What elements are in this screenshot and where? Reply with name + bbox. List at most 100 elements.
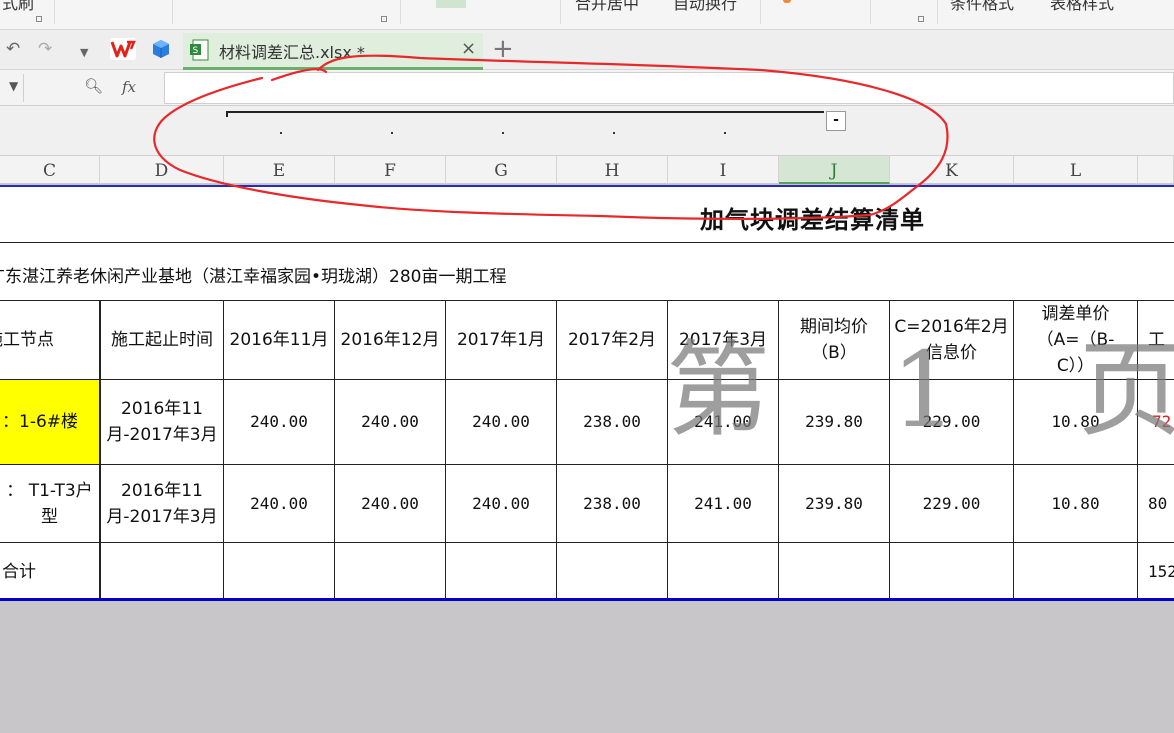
subtitle-row: 广东湛江养老休闲产业基地（湛江幸福家园•玥珑湖）280亩一期工程 [0, 244, 1174, 301]
total-2017-02[interactable] [557, 543, 668, 601]
row1-period[interactable]: 2016年11月-2017年3月 [100, 380, 224, 465]
total-info-price[interactable] [890, 543, 1014, 601]
total-period[interactable] [100, 543, 224, 601]
column-outline-bar: - [0, 106, 1174, 156]
header-2017-02[interactable]: 2017年2月 [557, 301, 668, 380]
sheet-print-boundary [0, 598, 1174, 601]
format-painter-button[interactable]: 式刷 [2, 0, 34, 14]
column-header-e[interactable]: E [224, 156, 335, 184]
outline-dot [613, 132, 615, 134]
ribbon-selected-chip [436, 0, 466, 8]
row2-2017-02[interactable]: 238.00 [557, 465, 668, 543]
number-format-icon[interactable] [783, 0, 791, 3]
header-quantity[interactable]: 工 [1138, 301, 1174, 380]
ribbon-divider [937, 0, 938, 24]
outline-collapse-button[interactable]: - [826, 111, 846, 131]
column-header-m[interactable] [1138, 156, 1174, 184]
column-header-h[interactable]: H [557, 156, 668, 184]
row2-period[interactable]: 2016年11月-2017年3月 [100, 465, 224, 543]
header-2016-12[interactable]: 2016年12月 [335, 301, 446, 380]
row1-2016-11[interactable]: 240.00 [224, 380, 335, 465]
outline-dot [280, 132, 282, 134]
column-header-c[interactable]: C [0, 156, 100, 184]
row2-2016-12[interactable]: 240.00 [335, 465, 446, 543]
row1-adjust-price[interactable]: 10.80 [1014, 380, 1138, 465]
row2-info-price[interactable]: 229.00 [890, 465, 1014, 543]
total-2016-11[interactable] [224, 543, 335, 601]
total-2016-12[interactable] [335, 543, 446, 601]
ribbon-divider [54, 0, 55, 24]
header-average-price[interactable]: 期间均价（B） [779, 301, 890, 380]
formula-input[interactable] [164, 72, 1174, 104]
ribbon-divider [760, 0, 761, 24]
row2-2016-11[interactable]: 240.00 [224, 465, 335, 543]
row2-adjust-price[interactable]: 10.80 [1014, 465, 1138, 543]
ribbon: 式刷 合并居中 自动换行 条件格式 表格样式 [0, 0, 1174, 30]
column-header-k[interactable]: K [890, 156, 1014, 184]
total-quantity[interactable]: 152 [1138, 543, 1174, 601]
undo-icon[interactable]: ↶ [6, 39, 20, 59]
total-label[interactable]: 合计 [0, 543, 100, 601]
row2-average-price[interactable]: 239.80 [779, 465, 890, 543]
name-box-dropdown-icon[interactable]: ▼ [9, 79, 18, 93]
header-2016-11[interactable]: 2016年11月 [224, 301, 335, 380]
sheet-title[interactable]: 加气块调差结算清单 [700, 200, 925, 235]
row1-node[interactable]: ：1-6#楼 [0, 380, 100, 465]
total-2017-03[interactable] [668, 543, 779, 601]
file-tab[interactable]: S 材料调差汇总.xlsx * × [183, 33, 483, 70]
column-header-d[interactable]: D [100, 156, 224, 184]
row2-2017-01[interactable]: 240.00 [446, 465, 557, 543]
ribbon-divider [560, 0, 561, 24]
header-info-price[interactable]: C=2016年2月信息价 [890, 301, 1014, 380]
row1-2017-03[interactable]: 241.00 [668, 380, 779, 465]
row1-2016-12[interactable]: 240.00 [335, 380, 446, 465]
header-2017-01[interactable]: 2017年1月 [446, 301, 557, 380]
total-2017-01[interactable] [446, 543, 557, 601]
table-style-button[interactable]: 表格样式 [1050, 0, 1114, 14]
project-name[interactable]: 广东湛江养老休闲产业基地（湛江幸福家园•玥珑湖）280亩一期工程 [0, 262, 506, 287]
spreadsheet-file-icon: S [190, 39, 209, 61]
row1-2017-01[interactable]: 240.00 [446, 380, 557, 465]
column-header-f[interactable]: F [335, 156, 446, 184]
column-header-g[interactable]: G [446, 156, 557, 184]
column-header-j[interactable]: J [779, 156, 890, 184]
outline-group-start [226, 111, 228, 117]
row1-quantity[interactable]: 72 [1138, 380, 1174, 465]
outline-dot [502, 132, 504, 134]
wrap-text-button[interactable]: 自动换行 [673, 0, 737, 14]
outline-dot [391, 132, 393, 134]
formula-bar: ▼ 🔍︎ fx [0, 70, 1174, 106]
row1-info-price[interactable]: 229.00 [890, 380, 1014, 465]
new-tab-icon[interactable]: + [492, 34, 514, 64]
row1-2017-02[interactable]: 238.00 [557, 380, 668, 465]
header-2017-03[interactable]: 2017年3月 [668, 301, 779, 380]
zoom-search-icon[interactable]: 🔍︎ [84, 77, 103, 95]
row1-average-price[interactable]: 239.80 [779, 380, 890, 465]
quick-access-dropdown-icon[interactable]: ▼ [80, 43, 88, 63]
total-average-price[interactable] [779, 543, 890, 601]
ribbon-divider [172, 0, 173, 24]
total-adjust-price[interactable] [1014, 543, 1138, 601]
close-tab-icon[interactable]: × [461, 38, 476, 59]
ribbon-divider [870, 0, 871, 24]
header-adjust-price[interactable]: 调差单价（A=（B-C）） [1014, 301, 1138, 380]
title-row: 加气块调差结算清单 [0, 187, 1174, 243]
row2-node[interactable]: ： T1-T3户型 [0, 465, 100, 543]
cloud-docs-icon[interactable] [152, 39, 170, 59]
outline-dot [724, 132, 726, 134]
group-launcher-icon[interactable] [918, 16, 924, 22]
row2-2017-03[interactable]: 241.00 [668, 465, 779, 543]
wps-logo-icon[interactable] [110, 38, 136, 60]
column-header-l[interactable]: L [1014, 156, 1138, 184]
group-launcher-icon[interactable] [36, 16, 42, 22]
header-node-text: 施工节点 [0, 330, 54, 350]
header-node[interactable]: 施工节点 [0, 301, 100, 380]
row2-quantity[interactable]: 80 [1138, 465, 1174, 543]
conditional-format-button[interactable]: 条件格式 [950, 0, 1014, 14]
merge-center-button[interactable]: 合并居中 [575, 0, 639, 14]
redo-icon[interactable]: ↷ [38, 39, 52, 59]
header-period[interactable]: 施工起止时间 [100, 301, 224, 380]
group-launcher-icon[interactable] [381, 16, 387, 22]
insert-function-icon[interactable]: fx [122, 78, 136, 96]
column-header-i[interactable]: I [668, 156, 779, 184]
